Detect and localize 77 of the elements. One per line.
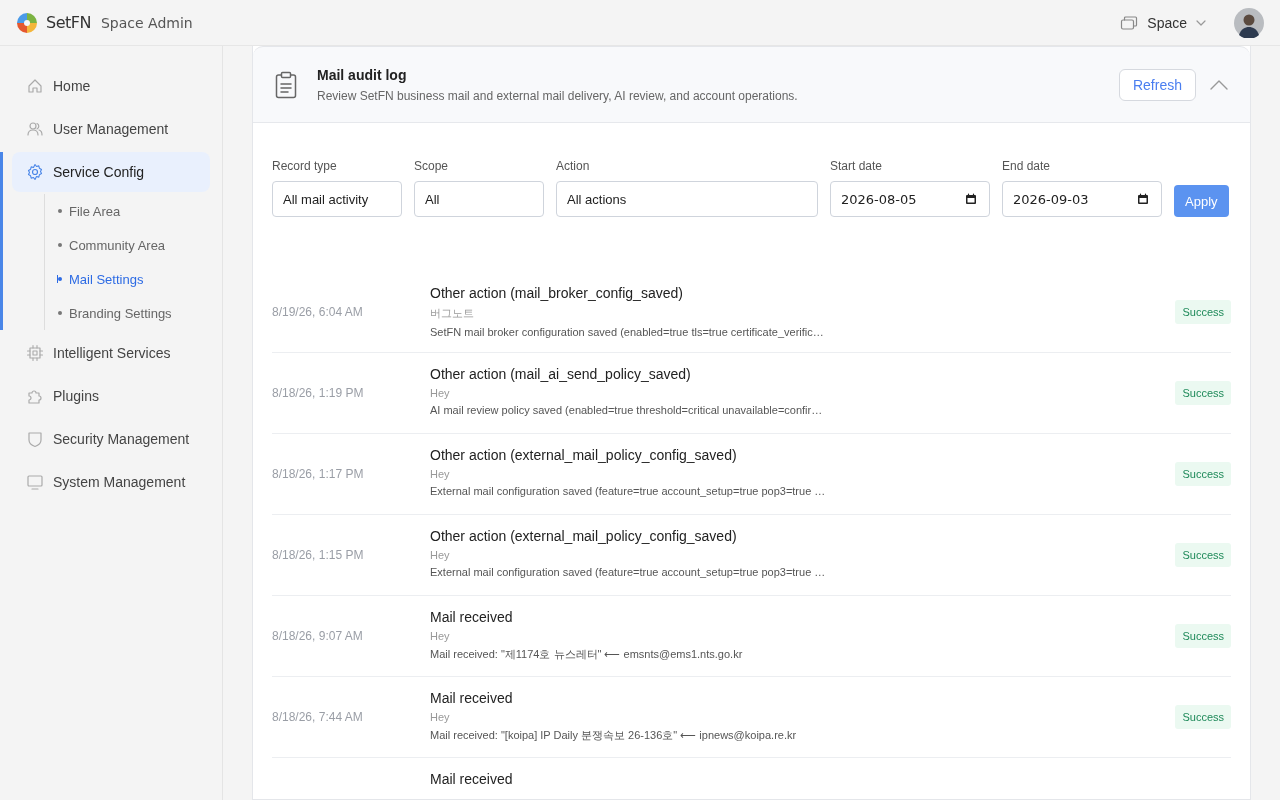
bullet-icon	[58, 209, 62, 213]
log-title: Other action (external_mail_policy_config_saved)	[430, 528, 738, 544]
chevron-down-icon	[1196, 19, 1206, 26]
date-field[interactable]: 2026-08-05	[830, 181, 990, 217]
select-field[interactable]: All mail activity	[272, 181, 402, 217]
timestamp: 8/18/26, 7:44 AM	[272, 710, 364, 724]
sidebar-item[interactable]: User Management	[12, 109, 210, 149]
log-title: Mail received	[430, 690, 514, 706]
status-badge: Success	[1175, 705, 1231, 729]
log-title: Other action (external_mail_policy_config_saved)	[430, 447, 738, 463]
calendar-icon	[1137, 193, 1149, 205]
panel-title: Mail audit log	[317, 66, 408, 83]
select-field[interactable]: All actions	[556, 181, 818, 217]
app-title: Space Admin	[100, 14, 193, 31]
log-actor: 버그노트	[430, 306, 475, 321]
status-badge: Success	[1175, 543, 1231, 567]
submenu-item[interactable]: Mail Settings	[69, 271, 144, 287]
log-detail: Mail received: "제1174호 뉴스레터" ⟵ emsnts@ems1.nts.go.kr	[430, 647, 744, 662]
sidebar-item[interactable]: System Management	[12, 462, 210, 502]
bullet-icon	[58, 311, 62, 315]
timestamp: 8/18/26, 9:07 AM	[272, 629, 364, 643]
submenu-item[interactable]: Branding Settings	[69, 305, 172, 321]
panel-subtitle: Review SetFN business mail and external mail delivery, AI review, and account operations.	[317, 88, 799, 103]
shield-icon	[26, 430, 44, 448]
chip-icon	[26, 344, 44, 362]
windows-icon	[1120, 14, 1139, 31]
log-detail: Mail received: "[koipa] IP Daily 분쟁속보 26-136호" ⟵ ipnews@koipa.re.kr	[430, 728, 798, 743]
puzzle-icon	[26, 387, 44, 405]
log-actor: Hey	[430, 387, 451, 399]
log-title: Other action (mail_ai_send_policy_saved)	[430, 366, 692, 382]
clipboard-icon	[275, 70, 297, 99]
avatar-icon	[1234, 7, 1264, 38]
log-actor: Hey	[430, 630, 451, 642]
submenu-item[interactable]: File Area	[69, 203, 121, 219]
settings-icon	[26, 163, 44, 181]
status-badge: Success	[1175, 624, 1231, 648]
sidebar-item[interactable]: Security Management	[12, 419, 210, 459]
sidebar-item[interactable]: Service Config	[12, 152, 210, 192]
home-icon	[26, 77, 44, 95]
bullet-icon	[58, 277, 62, 281]
users-icon	[26, 120, 44, 138]
log-detail: AI mail review policy saved (enabled=true threshold=critical unavailable=confir…	[430, 404, 824, 416]
status-badge: Success	[1175, 381, 1231, 405]
select-field[interactable]: All	[414, 181, 544, 217]
sidebar-item[interactable]: Plugins	[12, 376, 210, 416]
log-actor: Hey	[430, 711, 451, 723]
log-detail: External mail configuration saved (feature=true account_setup=true pop3=true …	[430, 566, 827, 578]
brand-name: SetFN	[46, 13, 91, 32]
filter-label: Scope	[414, 159, 450, 173]
log-detail: External mail configuration saved (feature=true account_setup=true pop3=true …	[430, 485, 827, 497]
log-title: Mail received	[430, 771, 514, 787]
timestamp: 8/18/26, 1:19 PM	[272, 386, 365, 400]
filter-label: Record type	[272, 159, 338, 173]
logo-icon	[16, 11, 38, 34]
log-title: Other action (mail_broker_config_saved)	[430, 285, 684, 301]
timestamp: 8/18/26, 1:17 PM	[272, 467, 365, 481]
log-actor: Hey	[430, 549, 451, 561]
filter-label: End date	[1002, 159, 1052, 173]
log-title: Mail received	[430, 609, 514, 625]
sidebar-item[interactable]: Home	[12, 66, 210, 106]
chevron-up-icon[interactable]	[1210, 79, 1228, 90]
status-badge: Success	[1175, 462, 1231, 486]
calendar-icon	[965, 193, 977, 205]
refresh-button[interactable]: Refresh	[1118, 68, 1196, 101]
sidebar-item[interactable]: Intelligent Services	[12, 333, 210, 373]
log-detail: SetFN mail broker configuration saved (enabled=true tls=true certificate_verific…	[430, 326, 825, 338]
filter-label: Start date	[830, 159, 884, 173]
status-badge: Success	[1175, 300, 1231, 324]
timestamp: 8/18/26, 1:15 PM	[272, 548, 365, 562]
space-switcher[interactable]: Space	[1120, 14, 1206, 31]
bullet-icon	[58, 243, 62, 247]
timestamp: 8/19/26, 6:04 AM	[272, 305, 364, 319]
filter-label: Action	[556, 159, 591, 173]
date-field[interactable]: 2026-09-03	[1002, 181, 1162, 217]
monitor-icon	[26, 473, 44, 491]
submenu-item[interactable]: Community Area	[69, 237, 166, 253]
log-actor: Hey	[430, 468, 451, 480]
